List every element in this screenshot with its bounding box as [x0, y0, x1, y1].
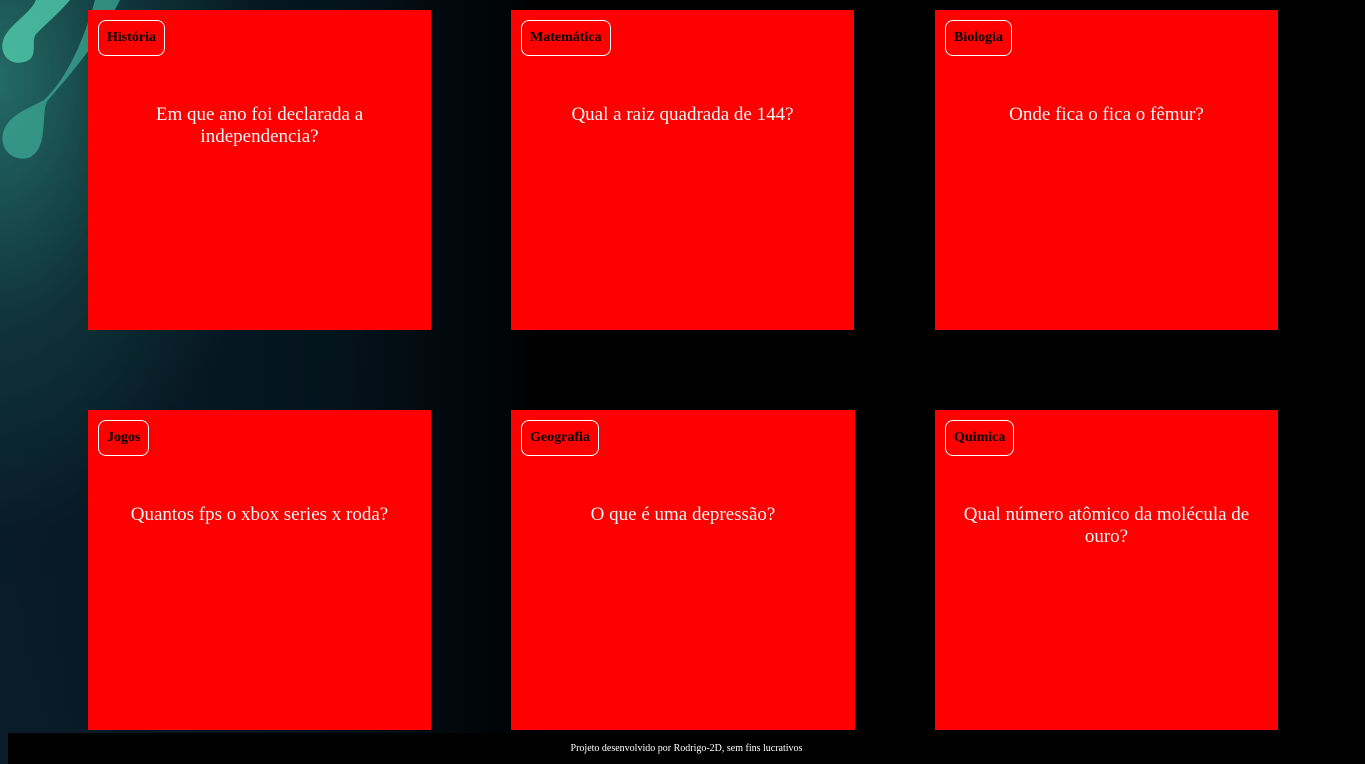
question-text: Quantos fps o xbox series x roda? [130, 504, 389, 525]
category-tag[interactable]: Biologia [945, 20, 1013, 56]
question-card-jogos[interactable]: Jogos Quantos fps o xbox series x roda? [88, 410, 431, 730]
question-text: Em que ano foi declarada a independencia… [155, 104, 364, 147]
category-tag[interactable]: Quimica [945, 420, 1015, 456]
question-card-quimica[interactable]: Quimica Qual número atômico da molécula … [935, 410, 1278, 730]
footer: Projeto desenvolvido por Rodrigo-2D, sem… [8, 733, 1365, 764]
question-card-biologia[interactable]: Biologia Onde fica o fica o fêmur? [935, 10, 1278, 330]
category-tag[interactable]: Jogos [98, 420, 150, 456]
question-text: Qual a raiz quadrada de 144? [571, 104, 794, 125]
footer-text: Projeto desenvolvido por Rodrigo-2D, sem… [570, 743, 803, 754]
question-text: Qual número atômico da molécula de ouro? [963, 504, 1250, 547]
question-card-historia[interactable]: História Em que ano foi declarada a inde… [88, 10, 431, 330]
question-card-matematica[interactable]: Matemática Qual a raiz quadrada de 144? [511, 10, 854, 330]
question-text: Onde fica o fica o fêmur? [1009, 104, 1204, 125]
question-card-geografia[interactable]: Geografia O que é uma depressão? [511, 410, 855, 730]
category-tag[interactable]: Matemática [521, 20, 611, 56]
question-text: O que é uma depressão? [590, 504, 776, 525]
category-tag[interactable]: História [98, 20, 165, 56]
category-tag[interactable]: Geografia [521, 420, 599, 456]
